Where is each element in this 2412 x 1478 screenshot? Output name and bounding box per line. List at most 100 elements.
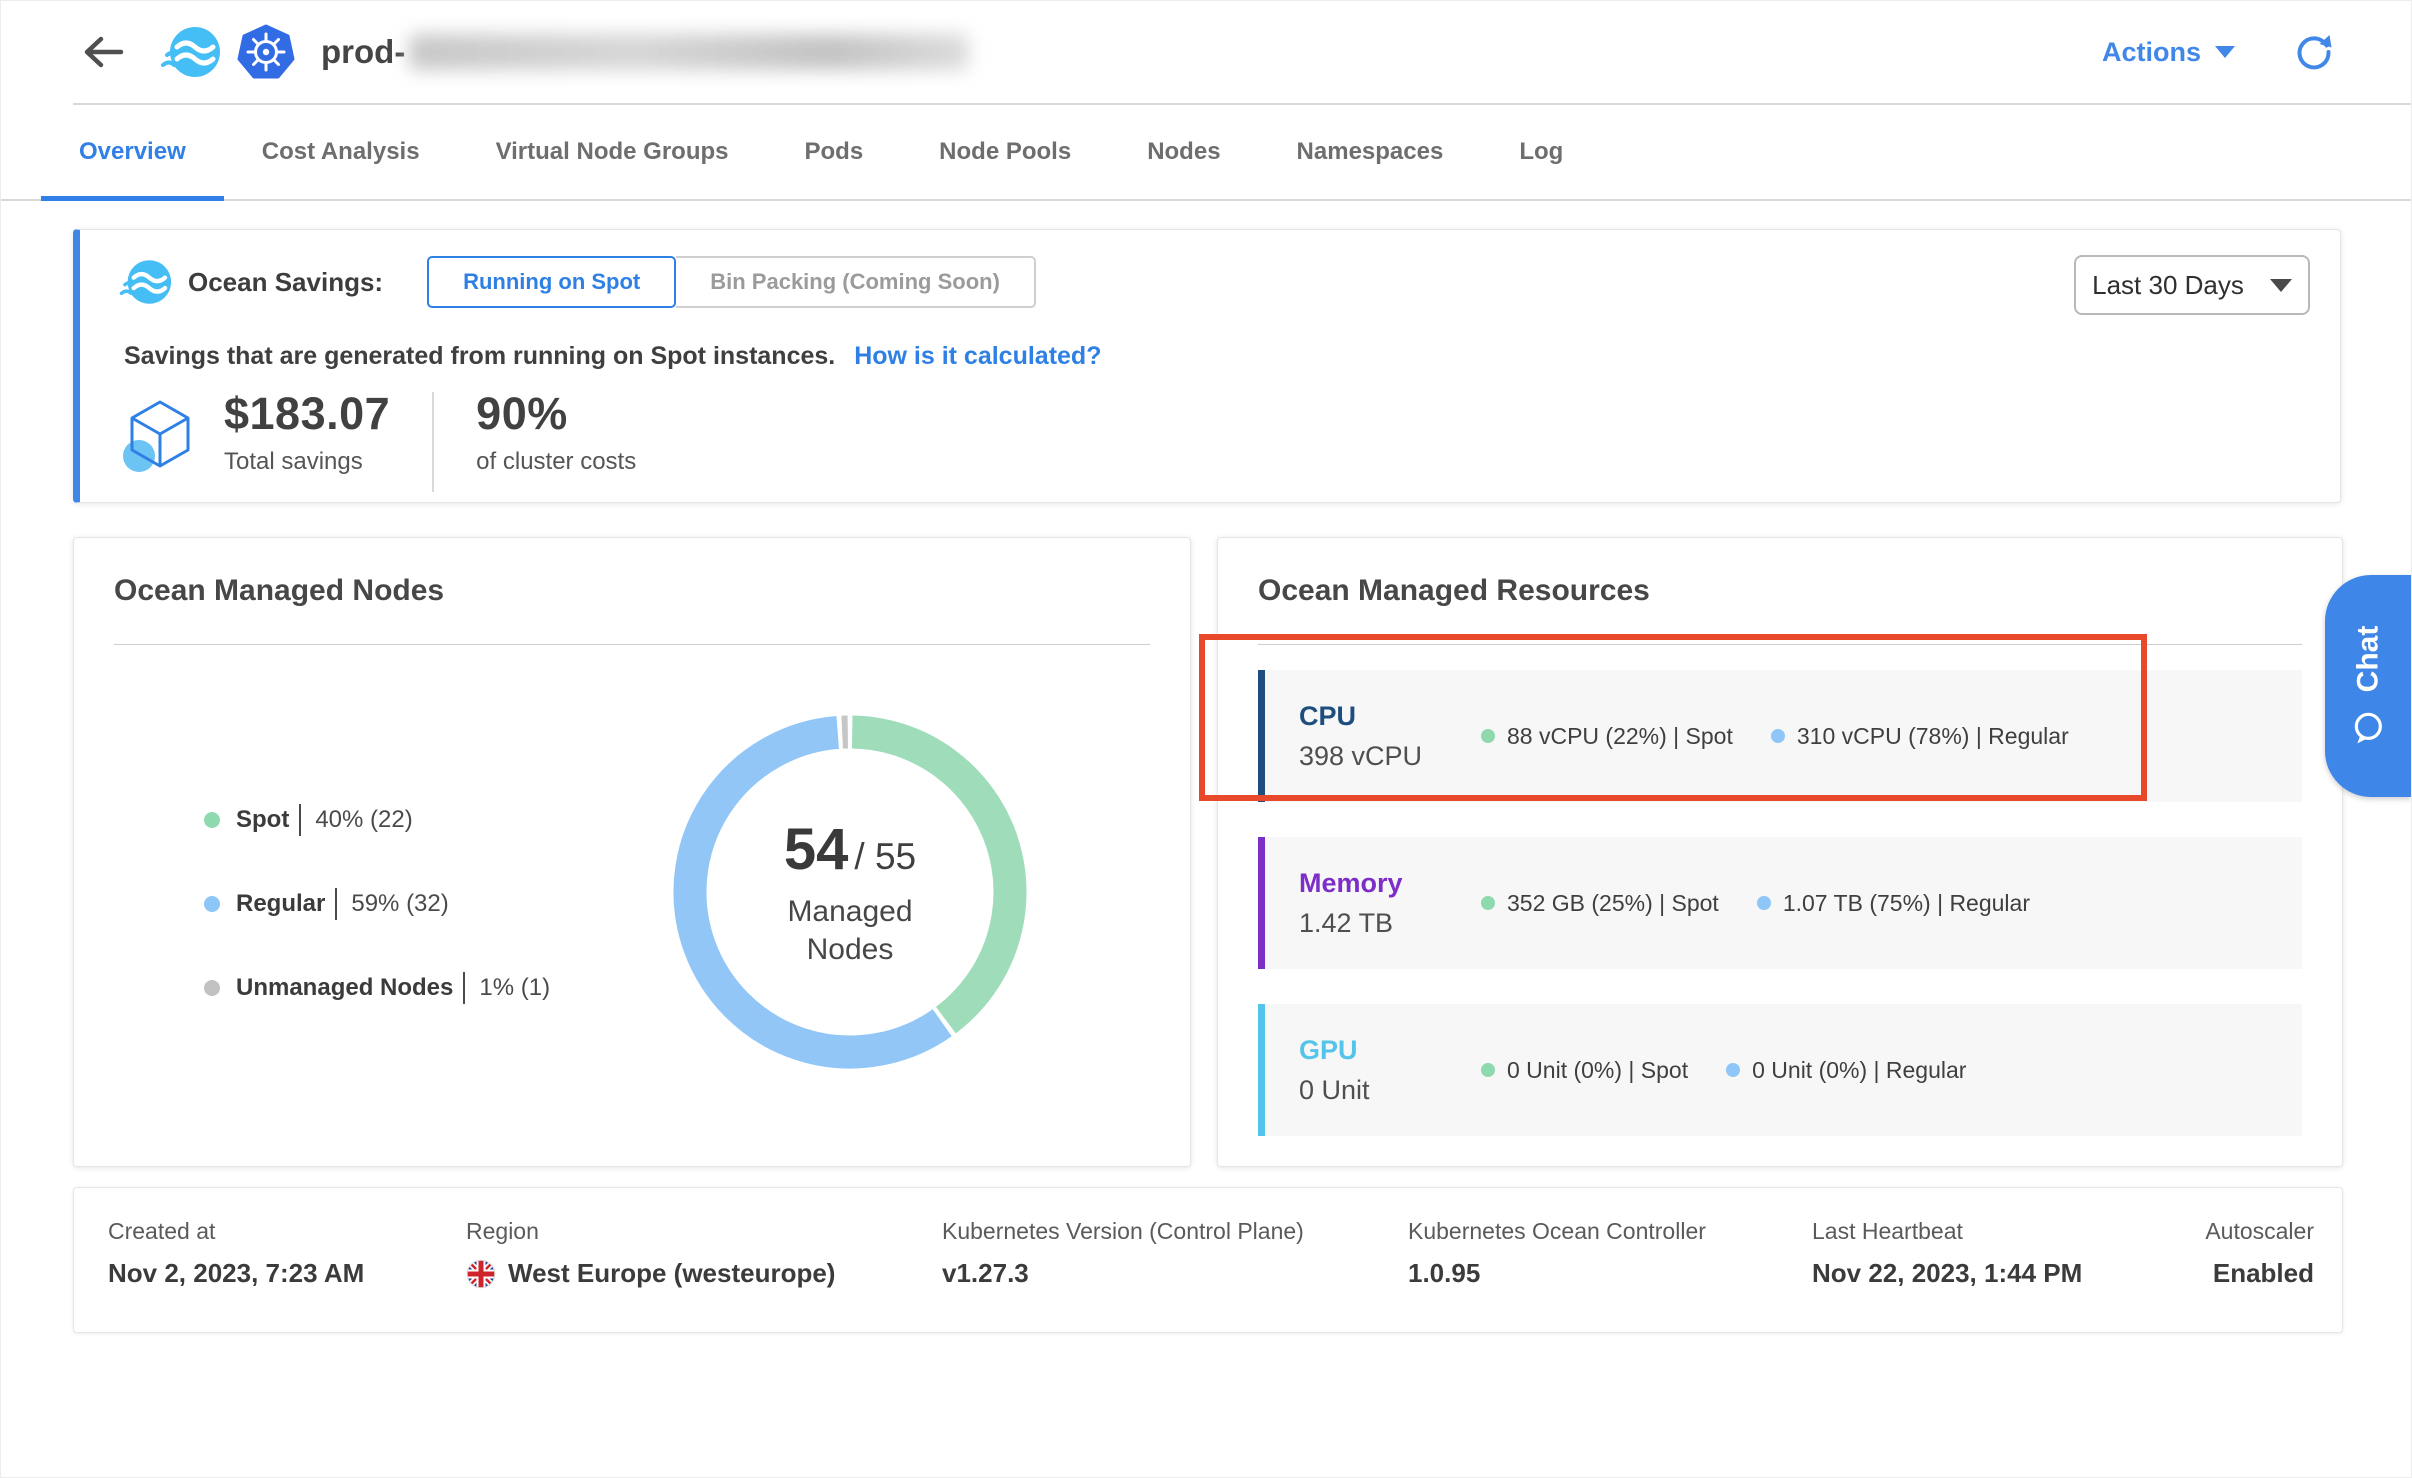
info-autoscaler: Autoscaler Enabled (2205, 1218, 2314, 1289)
legend-value: 59% (32) (335, 888, 448, 920)
stat-text: 0 Unit (0%) | Regular (1752, 1057, 1966, 1084)
info-label: Kubernetes Ocean Controller (1408, 1218, 1706, 1245)
resource-rows: CPU 398 vCPU 88 vCPU (22%) | Spot 310 vC… (1258, 670, 2302, 1171)
ocean-cluster-overview-page: prod- Actions Overview Cost Analysis Vir… (0, 0, 2412, 1478)
cluster-name-prefix: prod- (321, 33, 405, 71)
managed-nodes-card: Ocean Managed Nodes Spot 40% (22) Regula… (73, 537, 1191, 1167)
resource-row-memory: Memory 1.42 TB 352 GB (25%) | Spot 1.07 … (1258, 837, 2302, 969)
chevron-down-icon (2215, 46, 2235, 58)
stat-text: 1.07 TB (75%) | Regular (1783, 890, 2030, 917)
metrics-divider (432, 392, 434, 492)
nodes-legend: Spot 40% (22) Regular 59% (32) Unmanaged… (204, 804, 550, 1004)
regular-dot-icon (204, 896, 220, 912)
resource-row-cpu: CPU 398 vCPU 88 vCPU (22%) | Spot 310 vC… (1258, 670, 2302, 802)
how-calculated-link[interactable]: How is it calculated? (854, 342, 1101, 370)
resource-name: Memory (1299, 868, 1481, 899)
savings-section-label: Ocean Savings: (188, 267, 383, 298)
period-dropdown[interactable]: Last 30 Days (2074, 255, 2310, 315)
tab-namespaces[interactable]: Namespaces (1259, 105, 1482, 199)
chat-button[interactable]: Chat (2325, 575, 2411, 797)
resource-total: 398 vCPU (1299, 741, 1481, 772)
divider (1258, 644, 2302, 645)
managed-count: 54 (784, 816, 849, 883)
tab-log[interactable]: Log (1481, 105, 1601, 199)
legend-item-regular: Regular 59% (32) (204, 888, 550, 920)
toggle-running-on-spot[interactable]: Running on Spot (427, 256, 676, 308)
stat-text: 0 Unit (0%) | Spot (1507, 1057, 1688, 1084)
resource-name: GPU (1299, 1035, 1481, 1066)
info-value: 1.0.95 (1408, 1258, 1706, 1289)
managed-nodes-title: Ocean Managed Nodes (114, 574, 444, 608)
donut-caption: Managed Nodes (744, 893, 956, 968)
savings-mode-toggle: Running on Spot Bin Packing (Coming Soon… (427, 256, 1036, 308)
stat-text: 352 GB (25%) | Spot (1507, 890, 1719, 917)
page-title: prod- (321, 33, 969, 71)
spot-dot-icon (1481, 1063, 1495, 1077)
tab-node-pools[interactable]: Node Pools (901, 105, 1109, 199)
percent-block: 90% of cluster costs (476, 388, 636, 476)
tab-nodes[interactable]: Nodes (1109, 105, 1258, 199)
donut-center-text: 54 / 55 Managed Nodes (672, 714, 1028, 1070)
info-value: v1.27.3 (942, 1258, 1304, 1289)
total-savings-value: $183.07 (224, 388, 390, 440)
unmanaged-dot-icon (204, 980, 220, 996)
info-created-at: Created at Nov 2, 2023, 7:23 AM (108, 1218, 364, 1289)
legend-value: 40% (22) (299, 804, 412, 836)
uk-flag-icon (466, 1259, 496, 1289)
toggle-bin-packing[interactable]: Bin Packing (Coming Soon) (676, 256, 1036, 308)
percent-value: 90% (476, 388, 636, 440)
resource-name: CPU (1299, 701, 1481, 732)
info-last-heartbeat: Last Heartbeat Nov 22, 2023, 1:44 PM (1812, 1218, 2082, 1289)
cpu-regular-stat: 310 vCPU (78%) | Regular (1771, 723, 2069, 750)
ocean-logo-icon (159, 25, 221, 79)
actions-dropdown-button[interactable]: Actions (2102, 37, 2235, 68)
cluster-info-bar: Created at Nov 2, 2023, 7:23 AM Region (73, 1187, 2343, 1333)
stat-text: 310 vCPU (78%) | Regular (1797, 723, 2069, 750)
header-actions: Actions (2102, 31, 2335, 73)
info-label: Region (466, 1218, 835, 1245)
savings-metrics: $183.07 Total savings 90% of cluster cos… (120, 388, 636, 492)
savings-description: Savings that are generated from running … (124, 342, 1101, 371)
actions-label: Actions (2102, 37, 2201, 68)
info-value: Nov 2, 2023, 7:23 AM (108, 1258, 364, 1289)
info-label: Autoscaler (2205, 1218, 2314, 1245)
info-k8s-version: Kubernetes Version (Control Plane) v1.27… (942, 1218, 1304, 1289)
total-savings-label: Total savings (224, 448, 390, 476)
legend-item-spot: Spot 40% (22) (204, 804, 550, 836)
ocean-savings-card: Ocean Savings: Running on Spot Bin Packi… (73, 229, 2341, 503)
tab-pods[interactable]: Pods (766, 105, 901, 199)
chat-label: Chat (2351, 626, 2385, 693)
regular-dot-icon (1771, 729, 1785, 743)
total-count: / 55 (854, 836, 916, 878)
info-value: Nov 22, 2023, 1:44 PM (1812, 1258, 2082, 1289)
regular-dot-icon (1757, 896, 1771, 910)
resource-total: 1.42 TB (1299, 908, 1481, 939)
savings-header-row: Ocean Savings: Running on Spot Bin Packi… (118, 256, 1036, 308)
regular-dot-icon (1726, 1063, 1740, 1077)
info-label: Kubernetes Version (Control Plane) (942, 1218, 1304, 1245)
tab-bar: Overview Cost Analysis Virtual Node Grou… (1, 105, 2411, 201)
managed-resources-title: Ocean Managed Resources (1258, 574, 1650, 608)
spot-dot-icon (204, 812, 220, 828)
tab-virtual-node-groups[interactable]: Virtual Node Groups (458, 105, 767, 199)
divider (114, 644, 1150, 645)
total-savings-block: $183.07 Total savings (224, 388, 390, 476)
chat-bubble-icon (2350, 710, 2386, 746)
info-ocean-controller: Kubernetes Ocean Controller 1.0.95 (1408, 1218, 1706, 1289)
tab-cost-analysis[interactable]: Cost Analysis (224, 105, 458, 199)
back-button[interactable] (79, 28, 131, 76)
tab-overview[interactable]: Overview (41, 105, 224, 199)
kubernetes-logo-icon (237, 24, 295, 80)
spot-dot-icon (1481, 896, 1495, 910)
refresh-button[interactable] (2293, 31, 2335, 73)
header: prod- Actions (1, 1, 2411, 103)
info-value: West Europe (westeurope) (508, 1258, 835, 1289)
spot-dot-icon (1481, 729, 1495, 743)
legend-label: Regular (236, 890, 325, 918)
ocean-waves-icon (118, 258, 172, 306)
stat-text: 88 vCPU (22%) | Spot (1507, 723, 1733, 750)
savings-description-text: Savings that are generated from running … (124, 342, 835, 370)
cluster-name-redacted (409, 34, 969, 70)
resource-total: 0 Unit (1299, 1075, 1481, 1106)
percent-label: of cluster costs (476, 448, 636, 476)
